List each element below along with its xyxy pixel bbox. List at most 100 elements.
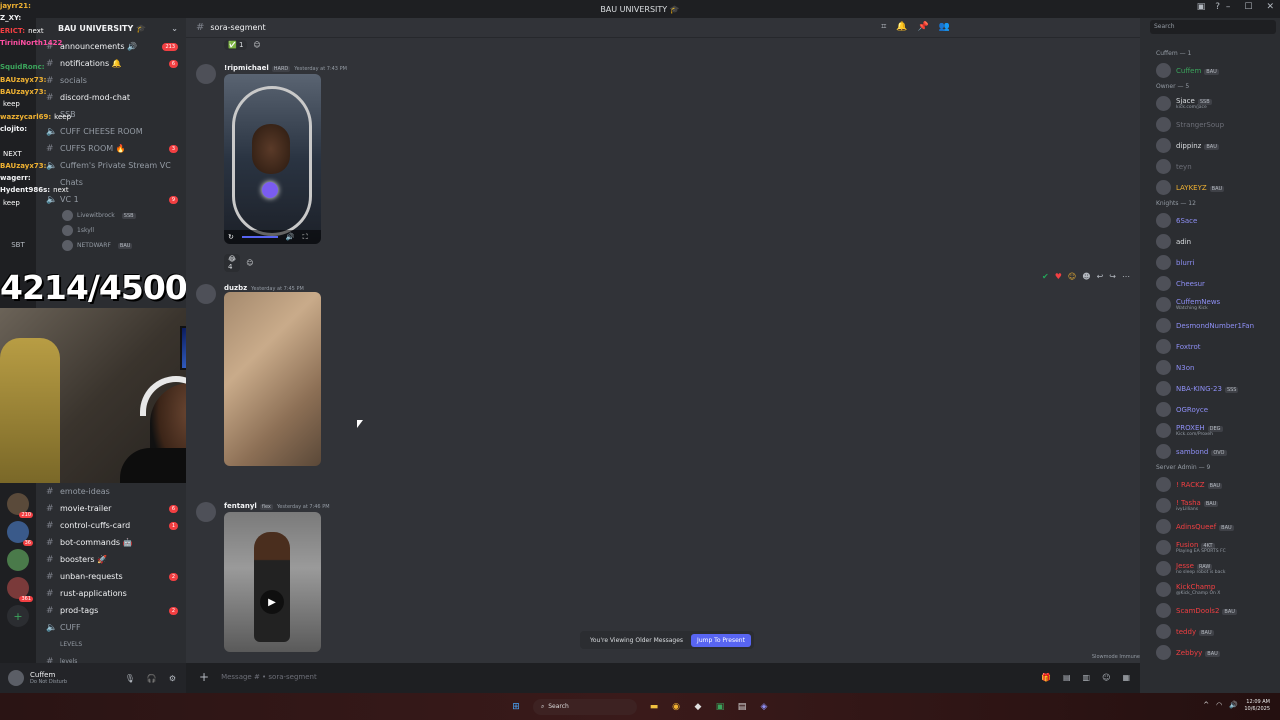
member-item[interactable]: dippinz BAU: [1140, 135, 1280, 156]
member-item[interactable]: PROXEH DEG Kick.com/Proxeh: [1140, 420, 1280, 441]
message-composer[interactable]: + Message # • sora-segment 🎁 ▤ ▥ ☺ ▦: [196, 668, 1140, 686]
add-reaction-icon[interactable]: ☻: [1082, 272, 1090, 281]
category-levels[interactable]: LEVELS: [36, 636, 186, 653]
channel-bot-commands[interactable]: # bot-commands 🤖: [36, 534, 186, 551]
member-item[interactable]: StrangerSoup: [1140, 114, 1280, 135]
channel-levels[interactable]: # levels: [36, 653, 186, 664]
video-attachment[interactable]: ↻ 🔊 ⛶: [224, 74, 321, 244]
member-item[interactable]: Cuffem BAU: [1140, 60, 1280, 81]
member-item[interactable]: ! RACKZ BAU: [1140, 474, 1280, 495]
help-icon[interactable]: ?: [1215, 2, 1220, 12]
members-icon[interactable]: 👥: [939, 22, 950, 32]
minimize-icon[interactable]: –: [1226, 2, 1231, 12]
voice-user[interactable]: 1skyll: [36, 223, 186, 238]
video-attachment[interactable]: ▶: [224, 512, 321, 652]
server-icon-sbt[interactable]: SBT: [7, 234, 29, 256]
gif-icon[interactable]: ▤: [1063, 673, 1071, 682]
member-item[interactable]: Cheesur: [1140, 273, 1280, 294]
member-item[interactable]: CuffemNews Watching Kick: [1140, 294, 1280, 315]
message-author[interactable]: fentanyl: [224, 502, 257, 510]
server-icon[interactable]: 210: [7, 493, 33, 518]
folder-icon[interactable]: ▬: [647, 700, 661, 714]
gear-icon[interactable]: ⚙: [169, 674, 176, 683]
member-item[interactable]: 6Sace: [1140, 210, 1280, 231]
member-item[interactable]: ! Tasha BAU ivyLillians: [1140, 495, 1280, 516]
emoji-icon[interactable]: ☺: [1068, 272, 1076, 281]
member-item[interactable]: blurri: [1140, 252, 1280, 273]
channel-boosters[interactable]: # boosters 🚀: [36, 551, 186, 568]
jump-to-present-button[interactable]: Jump To Present: [691, 633, 751, 647]
member-item[interactable]: NBA-KING-23 SSS: [1140, 378, 1280, 399]
inbox-icon[interactable]: ▣: [1197, 2, 1206, 12]
channel-rust-applications[interactable]: # rust-applications: [36, 585, 186, 602]
start-icon[interactable]: ⊞: [509, 700, 523, 714]
message-author[interactable]: duzbz: [224, 284, 247, 292]
reaction[interactable]: ✅ 1: [224, 40, 248, 50]
reply-icon[interactable]: ↩: [1097, 272, 1104, 281]
avatar[interactable]: [196, 64, 216, 84]
app-icon[interactable]: ▤: [735, 700, 749, 714]
forward-icon[interactable]: ↪: [1109, 272, 1116, 281]
avatar[interactable]: [8, 670, 24, 686]
channel-cuff[interactable]: 🔈 CUFF: [36, 619, 186, 636]
replay-icon[interactable]: ↻: [228, 233, 234, 241]
member-item[interactable]: KickChamp @Kick_Champ On X: [1140, 579, 1280, 600]
member-item[interactable]: OGRoyce: [1140, 399, 1280, 420]
member-item[interactable]: ScamDools2 BAU: [1140, 600, 1280, 621]
chevron-up-icon[interactable]: ^: [1203, 701, 1209, 709]
member-item[interactable]: LAYKEYZ BAU: [1140, 177, 1280, 198]
maximize-icon[interactable]: ☐: [1244, 2, 1252, 12]
member-item[interactable]: sambond OVO: [1140, 441, 1280, 462]
chrome-icon[interactable]: ◉: [669, 700, 683, 714]
member-item[interactable]: Jesse RAW no sleep robot is back: [1140, 558, 1280, 579]
server-icon[interactable]: 36: [7, 521, 33, 546]
volume-icon[interactable]: 🔊: [1229, 701, 1238, 709]
add-attachment-icon[interactable]: +: [199, 670, 209, 684]
member-item[interactable]: Sjace SSB kick.com/jace: [1140, 93, 1280, 114]
server-icon[interactable]: [7, 549, 29, 571]
member-item[interactable]: DesmondNumber1Fan: [1140, 315, 1280, 336]
add-reaction-icon[interactable]: ☺: [246, 259, 253, 267]
gift-icon[interactable]: 🎁: [1041, 673, 1051, 682]
channel-control-cuffs-card[interactable]: # control-cuffs-card 1: [36, 517, 186, 534]
fullscreen-icon[interactable]: ⛶: [303, 233, 308, 242]
discord-icon[interactable]: ◈: [757, 700, 771, 714]
voice-user[interactable]: NETDWARF BAU: [36, 238, 186, 253]
member-item[interactable]: N3on: [1140, 357, 1280, 378]
threads-icon[interactable]: ⌗: [881, 22, 886, 32]
channel-unban-requests[interactable]: # unban-requests 2: [36, 568, 186, 585]
search-input[interactable]: Search: [1150, 20, 1276, 34]
microphone-icon[interactable]: 🎙: [125, 674, 135, 683]
taskbar-search[interactable]: ⌕ Search: [533, 698, 637, 715]
more-icon[interactable]: ⋯: [1122, 272, 1130, 281]
headphones-icon[interactable]: 🎧: [147, 674, 157, 683]
member-item[interactable]: Zebbyy BAU: [1140, 642, 1280, 663]
channel-movie-trailer[interactable]: # movie-trailer 6: [36, 500, 186, 517]
close-icon[interactable]: ✕: [1266, 2, 1274, 12]
pin-icon[interactable]: 📌: [918, 22, 929, 32]
member-item[interactable]: teddy BAU: [1140, 621, 1280, 642]
bell-icon[interactable]: 🔔: [896, 22, 907, 32]
member-item[interactable]: Foxtrot: [1140, 336, 1280, 357]
member-item[interactable]: Fusion 4KT Playing EA SPORTS FC: [1140, 537, 1280, 558]
message-input[interactable]: Message # • sora-segment: [221, 673, 317, 681]
message-author[interactable]: !ripmichael: [224, 64, 269, 72]
channel-prod-tags[interactable]: # prod-tags 2: [36, 602, 186, 619]
apps-icon[interactable]: ▦: [1122, 673, 1130, 682]
sticker-icon[interactable]: ▥: [1083, 673, 1091, 682]
progress-bar[interactable]: [241, 236, 278, 238]
check-icon[interactable]: ✔: [1042, 272, 1049, 281]
member-item[interactable]: teyn: [1140, 156, 1280, 177]
app-icon[interactable]: ▣: [713, 700, 727, 714]
emoji-icon[interactable]: ☺: [1102, 673, 1110, 682]
volume-icon[interactable]: 🔊: [286, 233, 295, 241]
add-reaction-icon[interactable]: ☺: [253, 41, 260, 49]
clock[interactable]: 12:09 AM 10/6/2025: [1244, 699, 1270, 713]
server-icon[interactable]: 361: [7, 577, 33, 602]
reaction[interactable]: 😂 4: [224, 254, 241, 272]
member-item[interactable]: adin: [1140, 231, 1280, 252]
member-item[interactable]: AdinsQueef BAU: [1140, 516, 1280, 537]
channel-emote-ideas[interactable]: # emote-ideas: [36, 483, 186, 500]
wifi-icon[interactable]: ◠: [1216, 701, 1222, 709]
avatar[interactable]: [196, 284, 216, 304]
